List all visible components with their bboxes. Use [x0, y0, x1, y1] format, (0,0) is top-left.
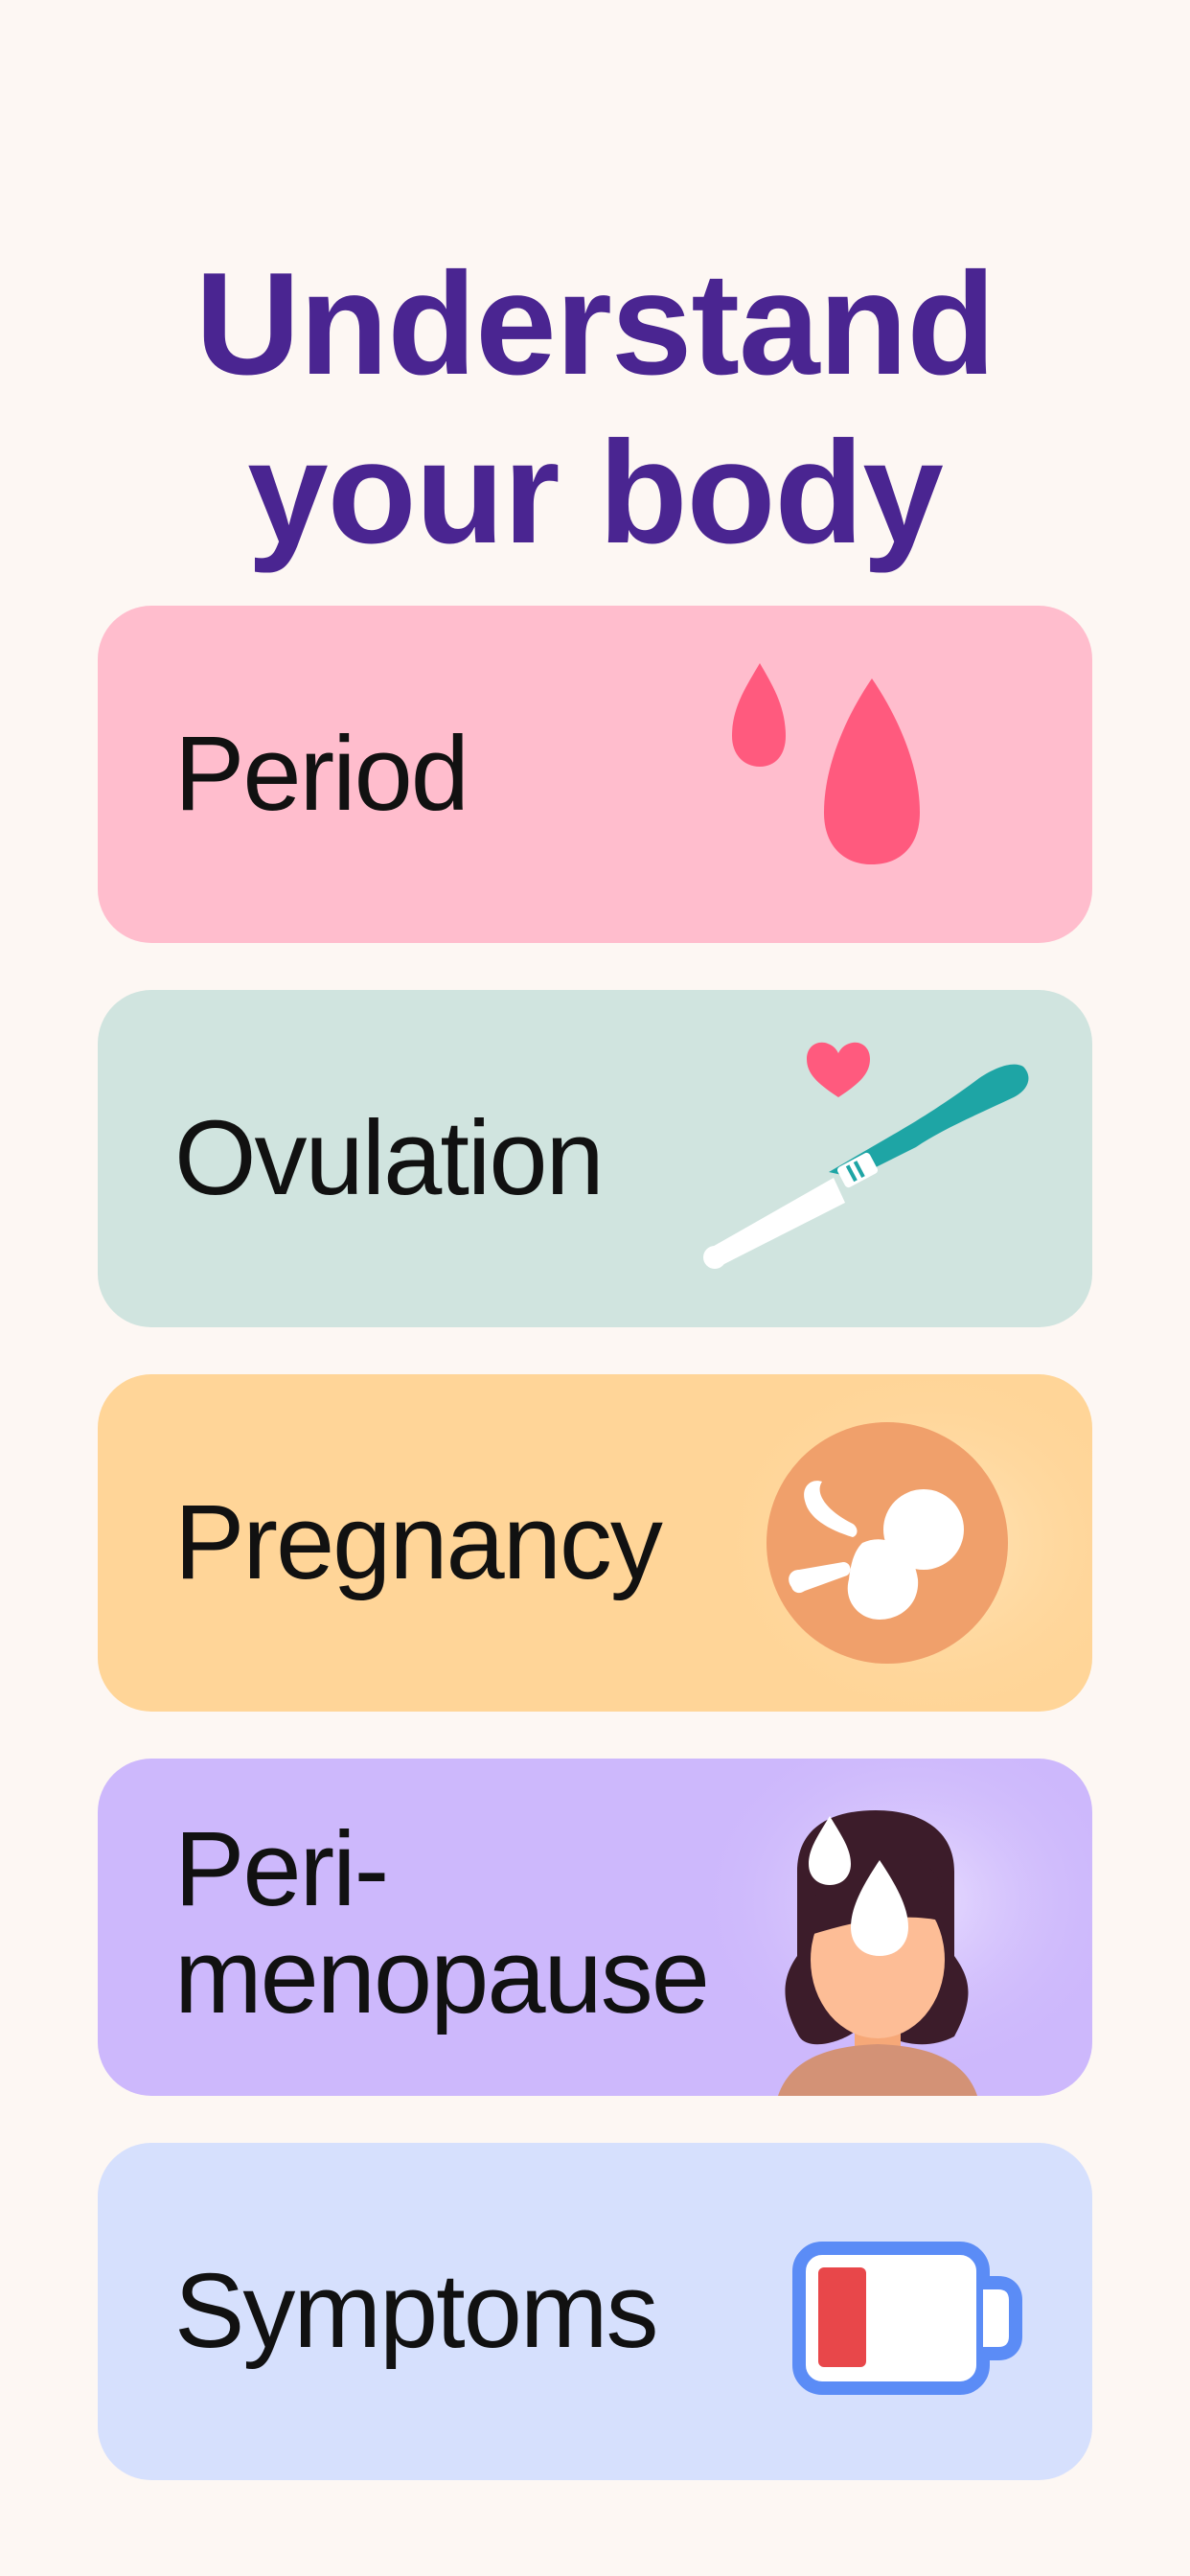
- page-title-line-1: Understand: [195, 242, 996, 405]
- blood-drops-icon: [732, 663, 920, 864]
- low-battery-icon: [792, 2242, 1022, 2395]
- perimenopause-card[interactable]: Peri- menopause: [98, 1759, 1092, 2096]
- symptoms-label: Symptoms: [174, 2252, 659, 2370]
- ovulation-label: Ovulation: [174, 1099, 605, 1217]
- page-title: Understand your body: [0, 240, 1190, 577]
- symptoms-card[interactable]: Symptoms: [98, 2143, 1092, 2480]
- fetus-icon: [690, 1374, 1092, 1712]
- period-card[interactable]: Period: [98, 606, 1092, 943]
- pregnancy-card[interactable]: Pregnancy: [98, 1374, 1092, 1712]
- ovulation-test-icon: [703, 1042, 1029, 1269]
- woman-sweating-icon: [690, 1759, 1092, 2096]
- page-title-line-2: your body: [247, 410, 944, 574]
- period-label: Period: [174, 715, 469, 833]
- perimenopause-label: Peri- menopause: [174, 1810, 710, 2036]
- pregnancy-label: Pregnancy: [174, 1484, 663, 1601]
- perimenopause-label-line-2: menopause: [174, 1918, 710, 2036]
- perimenopause-label-line-1: Peri-: [174, 1810, 389, 1928]
- ovulation-card[interactable]: Ovulation: [98, 990, 1092, 1327]
